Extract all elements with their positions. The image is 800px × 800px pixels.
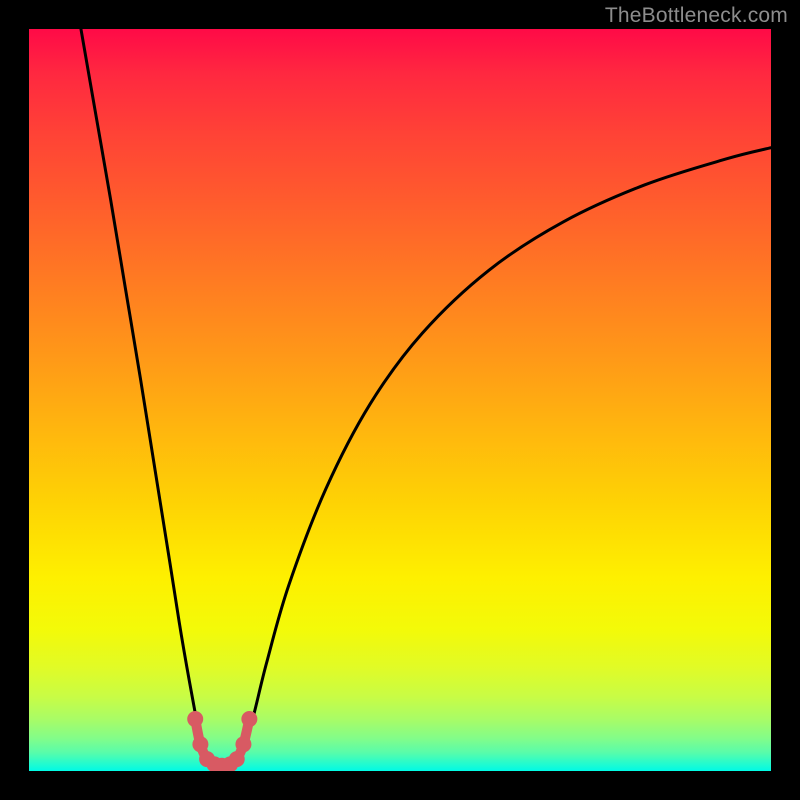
curve-layer [29, 29, 771, 771]
watermark-text: TheBottleneck.com [605, 4, 788, 28]
plot-area [29, 29, 771, 771]
marker-point [241, 711, 257, 727]
chart-frame: TheBottleneck.com [0, 0, 800, 800]
curve-right-branch [233, 148, 771, 757]
marker-point [187, 711, 203, 727]
curve-left-branch [81, 29, 211, 756]
marker-point [235, 736, 251, 752]
marker-point [229, 751, 245, 767]
marker-point [192, 736, 208, 752]
